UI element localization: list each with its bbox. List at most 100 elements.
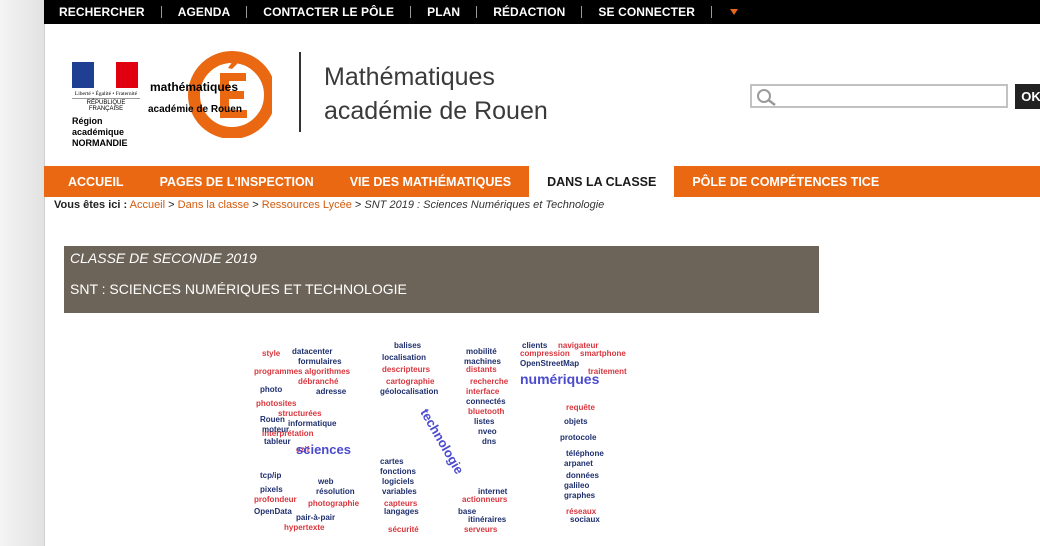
breadcrumb-prefix: Vous êtes ici : xyxy=(54,199,128,211)
svg-text:débranché: débranché xyxy=(298,377,339,386)
svg-text:photographie: photographie xyxy=(308,499,360,508)
svg-text:sociaux: sociaux xyxy=(570,515,600,524)
svg-text:base: base xyxy=(458,507,477,516)
svg-text:objets: objets xyxy=(564,417,588,426)
svg-text:descripteurs: descripteurs xyxy=(382,365,431,374)
logo-republique: RÉPUBLIQUE FRANÇAISE xyxy=(72,98,140,112)
site-title-line2: académie de Rouen xyxy=(324,97,548,125)
search-input[interactable] xyxy=(750,84,1008,108)
svg-text:téléphone: téléphone xyxy=(566,449,604,458)
nav-pages-inspection[interactable]: PAGES DE L'INSPECTION xyxy=(142,166,332,197)
svg-text:photo: photo xyxy=(260,385,282,394)
page-side-shadow xyxy=(0,0,45,546)
svg-text:pixels: pixels xyxy=(260,485,283,494)
top-utility-bar: RECHERCHER AGENDA CONTACTER LE PÔLE PLAN… xyxy=(44,0,1040,24)
top-link-se-connecter[interactable]: SE CONNECTER xyxy=(582,6,712,18)
breadcrumb: Vous êtes ici : Accueil > Dans la classe… xyxy=(54,199,605,211)
search-icon xyxy=(757,89,776,106)
svg-text:datacenter: datacenter xyxy=(292,347,332,356)
svg-text:tableur: tableur xyxy=(264,437,291,446)
svg-text:web: web xyxy=(317,477,334,486)
article-banner: CLASSE DE SECONDE 2019 SNT : SCIENCES NU… xyxy=(64,246,819,313)
breadcrumb-ressources-lycee[interactable]: Ressources Lycée xyxy=(262,199,352,211)
svg-text:listes: listes xyxy=(474,417,495,426)
nav-dans-la-classe[interactable]: DANS LA CLASSE xyxy=(529,166,675,197)
svg-text:distants: distants xyxy=(466,365,497,374)
svg-text:graphes: graphes xyxy=(564,491,596,500)
svg-text:localisation: localisation xyxy=(382,353,426,362)
svg-text:réseaux: réseaux xyxy=(566,507,597,516)
svg-text:sciences: sciences xyxy=(296,442,351,457)
svg-text:balises: balises xyxy=(394,341,422,350)
top-link-contacter[interactable]: CONTACTER LE PÔLE xyxy=(247,6,412,18)
svg-text:adresse: adresse xyxy=(316,387,347,396)
svg-text:numériques: numériques xyxy=(520,371,600,387)
top-link-redaction[interactable]: RÉDACTION xyxy=(477,6,583,18)
svg-text:capteurs: capteurs xyxy=(384,499,418,508)
logo-acad-label: académie de Rouen xyxy=(148,104,242,115)
svg-text:actionneurs: actionneurs xyxy=(462,495,508,504)
svg-text:OpenData: OpenData xyxy=(254,507,292,516)
breadcrumb-accueil[interactable]: Accueil xyxy=(130,199,165,211)
svg-text:informatique: informatique xyxy=(288,419,337,428)
svg-text:profondeur: profondeur xyxy=(254,495,297,504)
banner-title: SNT : SCIENCES NUMÉRIQUES ET TECHNOLOGIE xyxy=(70,281,407,297)
svg-text:tcp/ip: tcp/ip xyxy=(260,471,281,480)
svg-text:logiciels: logiciels xyxy=(382,477,415,486)
svg-text:interface: interface xyxy=(466,387,500,396)
svg-text:cartes: cartes xyxy=(380,457,404,466)
logo-region: Région académique NORMANDIE xyxy=(72,116,128,148)
header-divider xyxy=(299,52,301,132)
logo-motto: Liberté • Égalité • Fraternité xyxy=(74,91,138,97)
svg-text:fonctions: fonctions xyxy=(380,467,417,476)
svg-text:smartphone: smartphone xyxy=(580,349,626,358)
svg-text:géolocalisation: géolocalisation xyxy=(380,387,438,396)
site-title-line1: Mathématiques xyxy=(324,63,495,91)
svg-text:Rouen: Rouen xyxy=(260,415,285,424)
svg-text:données: données xyxy=(566,471,599,480)
svg-text:résolution: résolution xyxy=(316,487,355,496)
svg-text:galileo: galileo xyxy=(564,481,589,490)
svg-text:technologie: technologie xyxy=(417,406,466,477)
main-navigation: ACCUEIL PAGES DE L'INSPECTION VIE DES MA… xyxy=(44,166,1040,197)
svg-text:nveo: nveo xyxy=(478,427,497,436)
site-header: Liberté • Égalité • Fraternité RÉPUBLIQU… xyxy=(44,24,1040,166)
svg-text:compression: compression xyxy=(520,349,570,358)
banner-subtitle: CLASSE DE SECONDE 2019 xyxy=(70,250,257,266)
svg-text:pair-à-pair: pair-à-pair xyxy=(296,513,335,522)
svg-text:hypertexte: hypertexte xyxy=(284,523,325,532)
republique-logo[interactable]: Liberté • Égalité • Fraternité RÉPUBLIQU… xyxy=(72,62,140,162)
svg-text:cartographie: cartographie xyxy=(386,377,435,386)
logo-math-label: mathématiques xyxy=(150,80,239,94)
svg-text:requête: requête xyxy=(566,403,595,412)
svg-text:bluetooth: bluetooth xyxy=(468,407,505,416)
svg-text:langages: langages xyxy=(384,507,419,516)
svg-text:dns: dns xyxy=(482,437,497,446)
breadcrumb-dans-la-classe[interactable]: Dans la classe xyxy=(178,199,250,211)
svg-text:serveurs: serveurs xyxy=(464,525,498,534)
svg-text:moteur: moteur xyxy=(262,425,289,434)
svg-text:programmes algorithmes: programmes algorithmes xyxy=(254,367,351,376)
svg-text:recherche: recherche xyxy=(470,377,509,386)
snt-word-cloud-image: style programmes algorithmes débranché pho… xyxy=(254,341,627,534)
nav-accueil[interactable]: ACCUEIL xyxy=(44,166,142,197)
svg-text:sécurité: sécurité xyxy=(388,525,419,534)
dropdown-arrow-icon[interactable] xyxy=(729,9,738,15)
svg-text:protocole: protocole xyxy=(560,433,597,442)
svg-text:itinéraires: itinéraires xyxy=(468,515,507,524)
svg-text:variables: variables xyxy=(382,487,417,496)
flag-icon xyxy=(72,62,138,88)
site-title[interactable]: Mathématiques académie de Rouen xyxy=(324,60,548,128)
top-link-agenda[interactable]: AGENDA xyxy=(162,6,248,18)
svg-text:style: style xyxy=(262,349,281,358)
nav-pole-tice[interactable]: PÔLE DE COMPÉTENCES TICE xyxy=(674,166,897,197)
svg-text:internet: internet xyxy=(478,487,508,496)
svg-text:photosites: photosites xyxy=(256,399,297,408)
search-ok-button[interactable]: OK xyxy=(1015,84,1040,109)
nav-vie-mathematiques[interactable]: VIE DES MATHÉMATIQUES xyxy=(332,166,529,197)
top-link-plan[interactable]: PLAN xyxy=(411,6,478,18)
top-link-rechercher[interactable]: RECHERCHER xyxy=(44,6,162,18)
svg-text:machines: machines xyxy=(464,357,501,366)
svg-text:formulaires: formulaires xyxy=(298,357,342,366)
svg-text:OpenStreetMap: OpenStreetMap xyxy=(520,359,579,368)
